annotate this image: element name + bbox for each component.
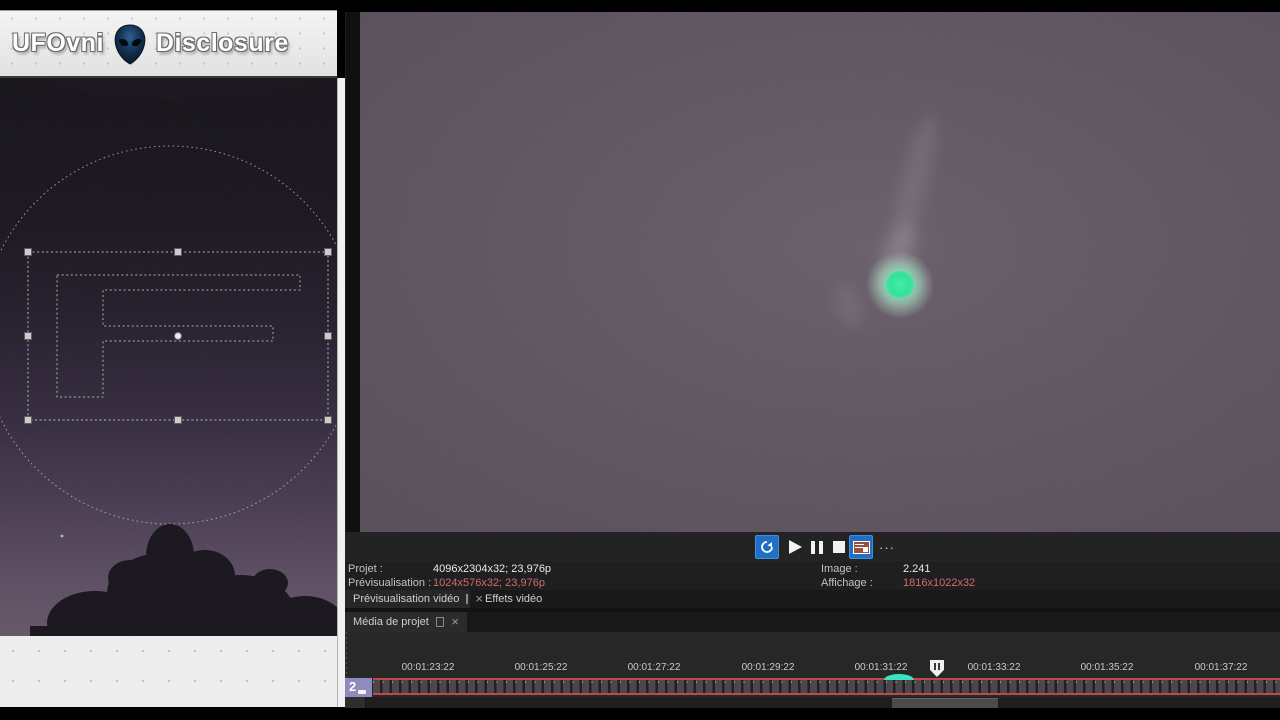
cyan-playhead[interactable] — [884, 674, 914, 680]
tab-label: Effets vidéo — [485, 593, 543, 605]
handle-mid-right[interactable] — [324, 332, 332, 340]
preview-value: 1024x576x32; 23,976p — [433, 577, 545, 589]
branding-header: UFOvni Disclosure — [0, 10, 337, 78]
float-window-icon[interactable] — [435, 617, 445, 627]
timecode: 00:01:31:22 — [854, 662, 908, 673]
timeline-ruler-filmstrip[interactable] — [373, 678, 1280, 695]
stop-button[interactable] — [827, 535, 851, 559]
tab-effets-video[interactable]: Effets vidéo — [475, 590, 552, 608]
tab-previsualisation-video[interactable]: Prévisualisation vidéo × — [345, 590, 483, 608]
ruler-tick-dots — [373, 681, 1280, 683]
float-window-icon[interactable] — [466, 594, 469, 604]
timecode: 00:01:33:22 — [967, 662, 1021, 673]
pause-marker-flag[interactable] — [930, 660, 944, 677]
timeline-region[interactable]: 00:01:23:22 00:01:25:22 00:01:27:22 00:0… — [345, 632, 1280, 697]
preview-info-panel: Projet : 4096x2304x32; 23,976p Prévisual… — [345, 562, 1280, 590]
handle-top-center[interactable] — [174, 248, 182, 256]
timeline-horizontal-scrollbar[interactable] — [345, 697, 1280, 708]
stop-icon — [833, 541, 845, 553]
tab-media-de-projet[interactable]: Média de projet × — [345, 612, 467, 632]
branding-word-disclosure: Disclosure — [155, 29, 289, 57]
track-number-badge[interactable]: 2 — [345, 678, 372, 697]
handle-bottom-center[interactable] — [174, 416, 182, 424]
panel-divider — [345, 12, 361, 532]
close-icon[interactable]: × — [451, 615, 459, 628]
handle-mid-left[interactable] — [24, 332, 32, 340]
handle-top-left[interactable] — [24, 248, 32, 256]
play-icon — [788, 540, 802, 554]
timecode: 00:01:23:22 — [401, 662, 455, 673]
video-preview-canvas[interactable] — [360, 12, 1280, 532]
timecode: 00:01:37:22 — [1194, 662, 1248, 673]
handle-bottom-right[interactable] — [324, 416, 332, 424]
selection-center-point[interactable] — [174, 332, 182, 340]
copy-frame-button[interactable] — [849, 535, 873, 559]
timecode: 00:01:27:22 — [627, 662, 681, 673]
pause-button[interactable] — [805, 535, 829, 559]
scrollbar-thumb[interactable] — [892, 698, 998, 708]
transport-bar: ··· — [345, 532, 1280, 562]
pause-icon — [811, 540, 823, 554]
project-value: 4096x2304x32; 23,976p — [433, 563, 552, 575]
preview-tab-bar: Prévisualisation vidéo × Effets vidéo — [345, 590, 1280, 608]
tab-label: Média de projet — [353, 616, 429, 628]
tree-silhouette — [30, 56, 347, 660]
star-dot — [60, 534, 64, 538]
rotation-circle-guide[interactable] — [0, 145, 360, 525]
branding-word-ufovni: UFOvni — [12, 29, 104, 57]
marker-pause-icon — [934, 663, 936, 670]
track-badge-icon — [358, 690, 366, 694]
frame-value: 2.241 — [903, 563, 931, 575]
loop-playback-button[interactable] — [755, 535, 779, 559]
smoke-trail-3 — [829, 279, 869, 331]
project-label: Projet : — [348, 563, 383, 575]
timeline-left-guide — [346, 632, 347, 678]
copy-frame-icon — [852, 540, 870, 554]
timecode: 00:01:29:22 — [741, 662, 795, 673]
left-panel-footer — [0, 636, 337, 707]
tab-label: Prévisualisation vidéo — [353, 593, 460, 605]
timecode: 00:01:35:22 — [1080, 662, 1134, 673]
frame-label: Image : — [821, 563, 858, 575]
loop-icon — [761, 541, 773, 553]
handle-bottom-left[interactable] — [24, 416, 32, 424]
play-button[interactable] — [783, 535, 807, 559]
more-options-button[interactable]: ··· — [879, 540, 895, 555]
pan-crop-overlay — [0, 56, 360, 660]
timecode: 00:01:25:22 — [514, 662, 568, 673]
track-number: 2 — [349, 679, 357, 694]
preview-label: Prévisualisation : — [348, 577, 432, 589]
scrollbar-corner-box — [345, 697, 366, 708]
display-value: 1816x1022x32 — [903, 577, 976, 589]
alien-head-icon — [113, 23, 147, 65]
handle-top-right[interactable] — [324, 248, 332, 256]
vegas-editor-window: UFOvni Disclosure ··· Projet: 4096x2304… — [0, 0, 1280, 720]
pan-crop-canvas[interactable] — [0, 56, 360, 660]
ufo-orb — [886, 271, 914, 298]
media-tab-bar: Média de projet × — [345, 612, 1280, 632]
display-label: Affichage : — [821, 577, 873, 589]
